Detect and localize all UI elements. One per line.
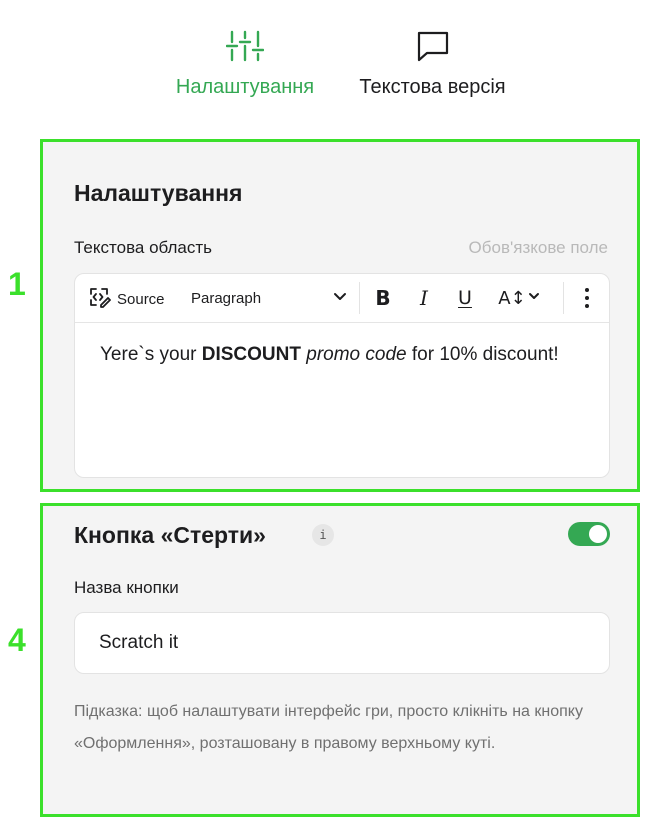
button-name-label: Назва кнопки	[74, 578, 179, 597]
paragraph-style-label: Paragraph	[191, 289, 262, 307]
text-area-label: Текстова область	[74, 238, 213, 257]
content-text-end: for 10% discount!	[406, 344, 559, 365]
erase-button-toggle[interactable]	[568, 522, 610, 546]
chevron-down-icon	[528, 289, 540, 307]
content-text: Yere`s your	[100, 344, 202, 365]
erase-button-section: Кнопка «Стерти» i Назва кнопки Scratch i…	[40, 503, 640, 817]
settings-section-title: Налаштування	[74, 180, 243, 206]
required-field-hint: Обов'язкове поле	[468, 238, 608, 257]
toggle-knob	[589, 525, 607, 543]
more-options-icon[interactable]	[575, 284, 599, 312]
toolbar-divider	[359, 282, 360, 314]
bold-button[interactable]: B	[371, 284, 395, 312]
editor-content[interactable]: Yere`s your DISCOUNT promo code for 10% …	[100, 340, 580, 370]
tab-text-version[interactable]: Текстова версія	[345, 28, 520, 99]
tab-settings-label: Налаштування	[175, 76, 315, 98]
hint-text: Підказка: щоб налаштувати інтерфейс гри,…	[74, 703, 583, 752]
font-size-icon: A↕	[498, 287, 526, 309]
content-bold-text: DISCOUNT	[201, 344, 301, 365]
source-code-icon	[87, 285, 111, 314]
source-button[interactable]: Source	[87, 285, 165, 314]
italic-button[interactable]: I	[413, 284, 435, 312]
top-tabs: Налаштування Текстова версія	[0, 0, 662, 120]
font-size-dropdown[interactable]: A↕	[493, 284, 545, 312]
erase-section-title: Кнопка «Стерти»	[74, 522, 266, 548]
sliders-icon	[226, 28, 264, 64]
tab-settings[interactable]: Налаштування	[160, 28, 330, 99]
content-italic-text: promo code	[306, 344, 407, 365]
step-number-1: 1	[8, 266, 26, 302]
step-number-4: 4	[8, 622, 26, 658]
rich-text-editor: Source Paragraph B I U A↕ Yere`s your DI…	[74, 273, 610, 478]
editor-toolbar: Source Paragraph B I U A↕	[75, 274, 609, 323]
toolbar-divider	[563, 282, 564, 314]
chevron-down-icon	[333, 289, 347, 308]
tab-text-version-label: Текстова версія	[359, 76, 506, 98]
underline-button[interactable]: U	[453, 284, 477, 312]
settings-section: Налаштування Текстова область Обов'язков…	[40, 139, 640, 492]
button-name-input[interactable]: Scratch it	[74, 612, 610, 674]
source-button-label: Source	[117, 291, 165, 308]
paragraph-style-dropdown[interactable]: Paragraph	[191, 285, 347, 311]
info-icon[interactable]: i	[312, 524, 334, 546]
chat-bubble-icon	[416, 28, 450, 64]
